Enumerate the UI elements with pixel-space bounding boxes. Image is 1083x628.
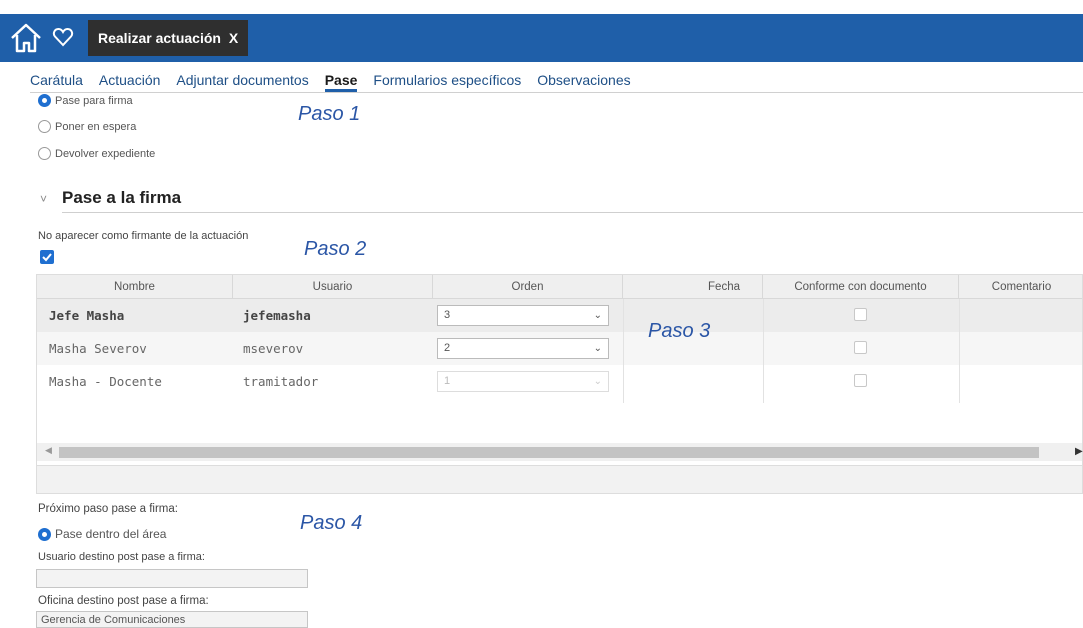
section-title: Pase a la firma bbox=[62, 188, 182, 207]
no-firmante-checkbox[interactable] bbox=[40, 250, 54, 264]
oficina-destino-input[interactable]: Gerencia de Comunicaciones bbox=[36, 611, 308, 628]
annotation-paso-4: Paso 4 bbox=[300, 512, 363, 534]
tab-adjuntar-documentos[interactable]: Adjuntar documentos bbox=[176, 70, 308, 92]
radio-label: Devolver expediente bbox=[55, 147, 156, 160]
tab-realizar-actuacion[interactable]: Realizar actuación X bbox=[88, 20, 249, 56]
usuario-destino-input[interactable] bbox=[36, 569, 308, 588]
tab-pase[interactable]: Pase bbox=[324, 70, 358, 92]
sub-tabs: Carátula Actuación Adjuntar documentos P… bbox=[30, 70, 647, 92]
radio-devolver-expediente[interactable]: Devolver expediente bbox=[38, 147, 155, 160]
cell-usuario: mseverov bbox=[243, 341, 304, 356]
chevron-down-icon: ⌄ bbox=[593, 343, 602, 354]
collapse-chevron-icon[interactable]: ˅ bbox=[40, 192, 47, 206]
tab-observaciones[interactable]: Observaciones bbox=[537, 70, 630, 92]
radio-pase-para-firma[interactable]: Pase para firma bbox=[38, 94, 133, 107]
column-header-usuario[interactable]: Usuario bbox=[233, 275, 433, 299]
top-bar: Realizar actuación X bbox=[0, 0, 1083, 62]
conforme-checkbox[interactable] bbox=[854, 341, 867, 354]
tab-label: Realizar actuación bbox=[98, 30, 221, 46]
column-header-nombre[interactable]: Nombre bbox=[37, 275, 233, 299]
annotation-paso-2: Paso 2 bbox=[304, 238, 367, 260]
annotation-paso-3: Paso 3 bbox=[648, 320, 711, 342]
orden-select[interactable]: 3 ⌄ bbox=[437, 305, 609, 326]
close-icon[interactable]: X bbox=[229, 30, 238, 46]
cell-nombre: Jefe Masha bbox=[49, 308, 125, 323]
radio-selected-icon[interactable] bbox=[38, 94, 51, 107]
orden-value: 2 bbox=[444, 342, 451, 354]
cell-usuario: jefemasha bbox=[243, 308, 311, 323]
scroll-right-icon[interactable]: ▶ bbox=[1075, 446, 1083, 457]
no-firmante-label: No aparecer como firmante de la actuació… bbox=[38, 230, 249, 242]
tabs-divider bbox=[30, 92, 1083, 93]
cell-usuario: tramitador bbox=[243, 374, 319, 389]
cell-nombre: Masha - Docente bbox=[49, 374, 162, 389]
firmantes-table: Nombre Usuario Orden Fecha Conforme con … bbox=[36, 274, 1083, 494]
radio-label: Poner en espera bbox=[55, 120, 137, 133]
home-icon[interactable] bbox=[8, 20, 44, 56]
oficina-destino-label: Oficina destino post pase a firma: bbox=[38, 595, 209, 607]
orden-value: 1 bbox=[444, 375, 451, 387]
annotation-paso-1: Paso 1 bbox=[298, 103, 361, 125]
table-header: Nombre Usuario Orden Fecha Conforme con … bbox=[37, 275, 1082, 299]
radio-selected-icon[interactable] bbox=[38, 527, 51, 541]
radio-label: Pase dentro del área bbox=[55, 527, 167, 541]
chevron-down-icon: ⌄ bbox=[593, 376, 602, 387]
radio-label: Pase para firma bbox=[55, 94, 133, 107]
radio-icon[interactable] bbox=[38, 120, 51, 133]
radio-icon[interactable] bbox=[38, 147, 51, 160]
table-row[interactable]: Masha Severov mseverov 2 ⌄ bbox=[37, 332, 1082, 365]
chevron-down-icon: ⌄ bbox=[593, 310, 602, 321]
column-divider bbox=[623, 299, 624, 403]
table-footer bbox=[37, 465, 1082, 493]
check-icon bbox=[42, 253, 52, 262]
column-divider bbox=[959, 299, 960, 403]
cell-nombre: Masha Severov bbox=[49, 341, 147, 356]
conforme-checkbox[interactable] bbox=[854, 308, 867, 321]
column-header-orden[interactable]: Orden bbox=[433, 275, 623, 299]
table-row[interactable]: Masha - Docente tramitador 1 ⌄ bbox=[37, 365, 1082, 398]
scrollbar-thumb[interactable] bbox=[59, 447, 1039, 458]
section-divider bbox=[62, 212, 1083, 213]
column-header-conforme[interactable]: Conforme con documento bbox=[763, 275, 959, 299]
column-header-comentario[interactable]: Comentario bbox=[959, 275, 1082, 299]
radio-pase-dentro-area[interactable]: Pase dentro del área bbox=[38, 527, 166, 541]
scroll-left-icon[interactable]: ◀ bbox=[45, 445, 52, 456]
conforme-checkbox[interactable] bbox=[854, 374, 867, 387]
column-divider bbox=[763, 299, 764, 403]
horizontal-scrollbar[interactable]: ◀ bbox=[37, 443, 1082, 461]
tab-actuacion[interactable]: Actuación bbox=[99, 70, 160, 92]
tab-formularios-especificos[interactable]: Formularios específicos bbox=[373, 70, 521, 92]
radio-poner-en-espera[interactable]: Poner en espera bbox=[38, 120, 136, 133]
tab-caratula[interactable]: Carátula bbox=[30, 70, 83, 92]
next-step-label: Próximo paso pase a firma: bbox=[38, 503, 178, 515]
orden-value: 3 bbox=[444, 309, 451, 321]
table-row[interactable]: Jefe Masha jefemasha 3 ⌄ bbox=[37, 299, 1082, 332]
orden-select[interactable]: 2 ⌄ bbox=[437, 338, 609, 359]
usuario-destino-label: Usuario destino post pase a firma: bbox=[38, 551, 205, 563]
favorite-heart-icon[interactable] bbox=[52, 26, 74, 48]
orden-select-disabled: 1 ⌄ bbox=[437, 371, 609, 392]
column-header-fecha[interactable]: Fecha bbox=[623, 275, 763, 299]
